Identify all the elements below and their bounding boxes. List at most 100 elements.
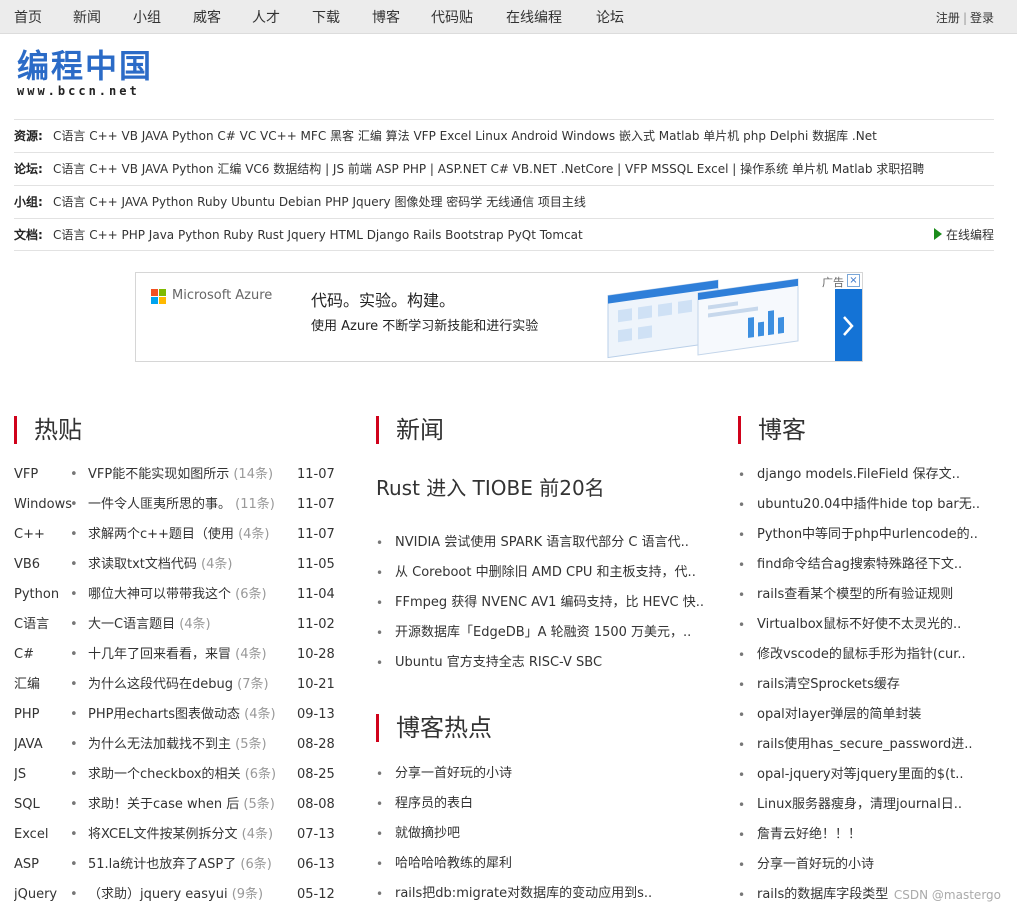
register-link[interactable]: 注册 xyxy=(936,11,960,25)
hot-post-reply-count: (4条) xyxy=(201,557,233,572)
hot-post-category[interactable]: Python xyxy=(14,580,74,610)
hot-post-category[interactable]: C++ xyxy=(14,520,74,550)
ad-close-icon[interactable]: × xyxy=(847,274,860,287)
nav-forum[interactable]: 论坛 xyxy=(596,7,624,27)
blog-item-row: • Python中等同于php中urlencode的.. xyxy=(738,520,1003,550)
hot-post-title[interactable]: 哪位大神可以带带我这个 (6条) xyxy=(88,580,288,610)
news-item-row: • NVIDIA 尝试使用 SPARK 语言取代部分 C 语言代.. xyxy=(376,528,716,558)
hot-post-title[interactable]: PHP用echarts图表做动态 (4条) xyxy=(88,700,288,730)
bullet-icon: • xyxy=(376,857,384,871)
hot-post-title[interactable]: （求助）jquery easyui (9条) xyxy=(88,880,288,910)
hot-post-category[interactable]: Windows xyxy=(14,490,74,520)
hot-post-title[interactable]: 十几年了回来看看，来冒 (4条) xyxy=(88,640,288,670)
hot-post-category[interactable]: PHP xyxy=(14,700,74,730)
news-item-row: • 开源数据库「EdgeDB」A 轮融资 1500 万美元，.. xyxy=(376,618,716,648)
section-title-hot: 热贴 xyxy=(14,416,82,444)
hot-post-category[interactable]: jQuery xyxy=(14,880,74,910)
news-headline[interactable]: Rust 进入 TIOBE 前20名 xyxy=(376,472,605,501)
blog-item-link[interactable]: find命令结合ag搜索特殊路径下文.. xyxy=(757,550,962,580)
category-links[interactable]: C语言 C++ VB JAVA Python 汇编 VC6 数据结构 | JS … xyxy=(53,162,924,176)
nav-code-paste[interactable]: 代码贴 xyxy=(431,7,473,27)
category-label: 资源: xyxy=(14,129,43,143)
hot-post-category[interactable]: VB6 xyxy=(14,550,74,580)
hot-post-date: 11-07 xyxy=(297,467,335,482)
hot-post-category[interactable]: ASP xyxy=(14,850,74,880)
section-title-blog-hot: 博客热点 xyxy=(376,714,492,742)
category-links[interactable]: C语言 C++ PHP Java Python Ruby Rust Jquery… xyxy=(53,228,583,242)
hot-post-category[interactable]: VFP xyxy=(14,460,74,490)
nav-freelance[interactable]: 威客 xyxy=(193,7,221,27)
hot-post-reply-count: (5条) xyxy=(235,737,267,752)
news-item-row: • Ubuntu 官方支持全志 RISC-V SBC xyxy=(376,648,716,678)
category-links[interactable]: C语言 C++ VB JAVA Python C# VC VC++ MFC 黑客… xyxy=(53,129,877,143)
hot-post-category[interactable]: SQL xyxy=(14,790,74,820)
nav-home[interactable]: 首页 xyxy=(14,7,42,27)
blog-item-link[interactable]: rails使用has_secure_password进.. xyxy=(757,730,972,760)
hot-post-title[interactable]: 求解两个c++题目（使用 (4条) xyxy=(88,520,288,550)
blog-item-link[interactable]: rails清空Sprockets缓存 xyxy=(757,670,900,700)
blog-item-link[interactable]: Linux服务器瘦身，清理journal日.. xyxy=(757,790,962,820)
hot-post-category[interactable]: C# xyxy=(14,640,74,670)
ad-screens-illustration xyxy=(607,278,799,359)
category-label: 论坛: xyxy=(14,162,43,176)
category-links[interactable]: C语言 C++ JAVA Python Ruby Ubuntu Debian P… xyxy=(53,195,586,209)
news-item-link[interactable]: NVIDIA 尝试使用 SPARK 语言取代部分 C 语言代.. xyxy=(395,528,689,558)
nav-groups[interactable]: 小组 xyxy=(133,7,161,27)
blog-item-link[interactable]: 修改vscode的鼠标手形为指针(cur.. xyxy=(757,640,966,670)
hot-post-title[interactable]: 为什么无法加载找不到主 (5条) xyxy=(88,730,288,760)
hot-post-date: 09-13 xyxy=(297,707,335,722)
blog-item-link[interactable]: opal-jquery对等jquery里面的$(t.. xyxy=(757,760,963,790)
blog-hot-item-link[interactable]: 哈哈哈哈教练的犀利 xyxy=(395,849,512,879)
online-coding-link[interactable]: 在线编程 xyxy=(933,219,994,250)
blog-item-row: • django models.FileField 保存文.. xyxy=(738,460,1003,490)
hot-post-category[interactable]: C语言 xyxy=(14,610,74,640)
blog-hot-item-link[interactable]: rails把db:migrate对数据库的变动应用到s.. xyxy=(395,879,652,909)
hot-post-title[interactable]: 一件令人匪夷所思的事。 (11条) xyxy=(88,490,288,520)
nav-talent[interactable]: 人才 xyxy=(252,7,280,27)
hot-post-reply-count: (7条) xyxy=(237,677,269,692)
blog-item-link[interactable]: django models.FileField 保存文.. xyxy=(757,460,960,490)
blog-item-link[interactable]: rails的数据库字段类型 xyxy=(757,880,888,910)
login-link[interactable]: 登录 xyxy=(970,11,994,25)
blog-item-link[interactable]: Virtualbox鼠标不好使不太灵光的.. xyxy=(757,610,961,640)
nav-news[interactable]: 新闻 xyxy=(73,7,101,27)
ad-next-button[interactable] xyxy=(835,289,862,361)
nav-download[interactable]: 下载 xyxy=(312,7,340,27)
nav-blog[interactable]: 博客 xyxy=(372,7,400,27)
hot-post-title[interactable]: 为什么这段代码在debug (7条) xyxy=(88,670,288,700)
blog-item-link[interactable]: 詹青云好绝！！！ xyxy=(757,820,861,850)
news-item-link[interactable]: 开源数据库「EdgeDB」A 轮融资 1500 万美元，.. xyxy=(395,618,691,648)
news-item-link[interactable]: Ubuntu 官方支持全志 RISC-V SBC xyxy=(395,648,602,678)
hot-post-row: C语言 • 大一C语言题目 (4条) 11-02 xyxy=(14,610,335,640)
site-logo[interactable]: 编程中国 www.bccn.net xyxy=(17,49,153,98)
blog-hot-item-link[interactable]: 就做摘抄吧 xyxy=(395,819,460,849)
hot-post-reply-count: (14条) xyxy=(233,467,274,482)
blog-hot-item-link[interactable]: 分享一首好玩的小诗 xyxy=(395,759,512,789)
hot-post-category[interactable]: 汇编 xyxy=(14,670,74,700)
news-item-link[interactable]: FFmpeg 获得 NVENC AV1 编码支持，比 HEVC 快.. xyxy=(395,588,704,618)
hot-post-category[interactable]: Excel xyxy=(14,820,74,850)
blog-item-link[interactable]: 分享一首好玩的小诗 xyxy=(757,850,874,880)
hot-post-title[interactable]: 求助！关于case when 后 (5条) xyxy=(88,790,288,820)
logo-url: www.bccn.net xyxy=(17,84,140,98)
blog-item-link[interactable]: rails查看某个模型的所有验证规则 xyxy=(757,580,953,610)
news-item-link[interactable]: 从 Coreboot 中删除旧 AMD CPU 和主板支持，代.. xyxy=(395,558,696,588)
blog-item-link[interactable]: opal对layer弹层的简单封装 xyxy=(757,700,921,730)
hot-post-category[interactable]: JS xyxy=(14,760,74,790)
hot-post-title[interactable]: 将XCEL文件按某例拆分文 (4条) xyxy=(88,820,288,850)
hot-post-title[interactable]: VFP能不能实现如图所示 (14条) xyxy=(88,460,288,490)
hot-post-title[interactable]: 51.la统计也放弃了ASP了 (6条) xyxy=(88,850,288,880)
bullet-icon: • xyxy=(738,888,746,902)
hot-post-title-text: VFP能不能实现如图所示 xyxy=(88,467,230,482)
blog-item-link[interactable]: Python中等同于php中urlencode的.. xyxy=(757,520,978,550)
hot-post-category[interactable]: JAVA xyxy=(14,730,74,760)
blog-item-link[interactable]: ubuntu20.04中插件hide top bar无.. xyxy=(757,490,980,520)
hot-post-title[interactable]: 求读取txt文档代码 (4条) xyxy=(88,550,288,580)
ad-banner[interactable]: Microsoft Azure 代码。实验。构建。 使用 Azure 不断学习新… xyxy=(135,272,863,362)
hot-post-title[interactable]: 大一C语言题目 (4条) xyxy=(88,610,288,640)
bullet-icon: • xyxy=(376,797,384,811)
hot-post-date: 05-12 xyxy=(297,887,335,902)
hot-post-title[interactable]: 求助一个checkbox的相关 (6条) xyxy=(88,760,288,790)
nav-online-coding[interactable]: 在线编程 xyxy=(506,7,562,27)
blog-hot-item-link[interactable]: 程序员的表白 xyxy=(395,789,473,819)
